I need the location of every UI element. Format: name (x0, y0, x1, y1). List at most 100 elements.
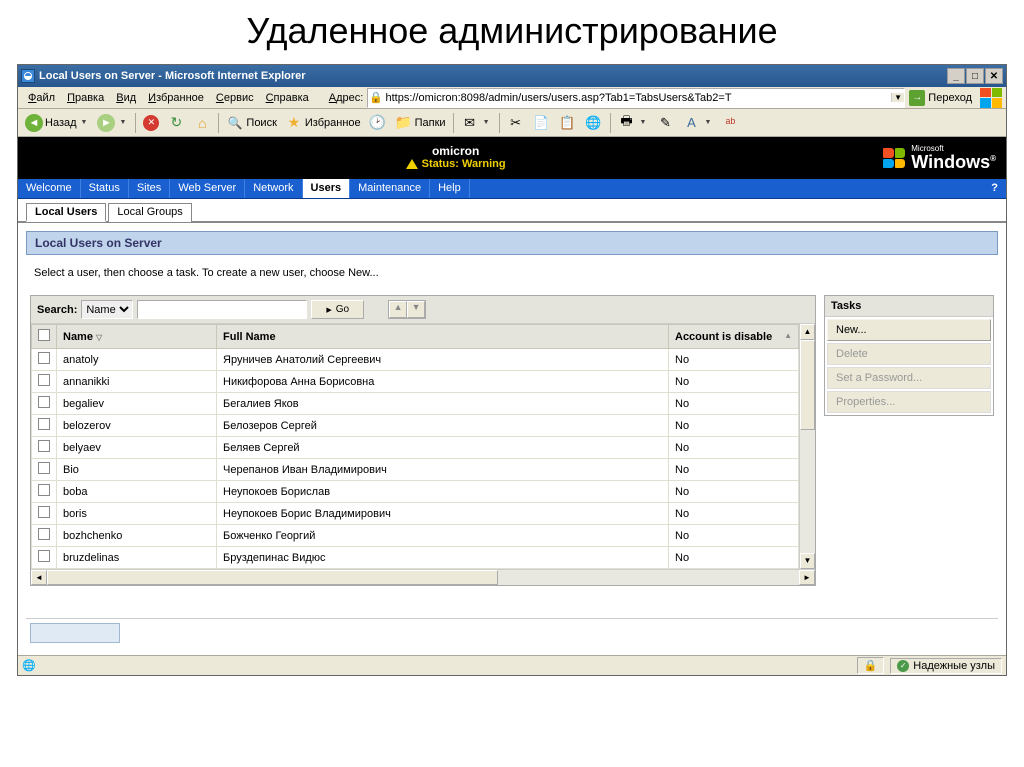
research-button[interactable]: ᵃᵇ (718, 112, 742, 134)
column-disabled[interactable]: Account is disable▲ (669, 325, 799, 349)
tab-welcome[interactable]: Welcome (18, 179, 81, 198)
refresh-button[interactable]: ↻ (164, 112, 188, 134)
scroll-down-button[interactable]: ▼ (800, 553, 815, 569)
menu-favorites[interactable]: Избранное (142, 90, 210, 106)
row-checkbox[interactable] (38, 506, 50, 518)
column-checkbox[interactable] (32, 325, 57, 349)
row-checkbox[interactable] (38, 462, 50, 474)
hscroll-thumb[interactable] (47, 570, 498, 585)
search-input[interactable] (137, 300, 307, 319)
table-row[interactable]: BioЧерепанов Иван ВладимировичNo (32, 459, 799, 481)
row-checkbox[interactable] (38, 352, 50, 364)
tab-status[interactable]: Status (81, 179, 129, 198)
tasks-column: Tasks New...DeleteSet a Password...Prope… (824, 295, 994, 586)
home-button[interactable]: ⌂ (190, 112, 214, 134)
cell-name: Bio (57, 459, 217, 481)
tab-help[interactable]: Help (430, 179, 470, 198)
table-row[interactable]: bozhchenkoБожченко ГеоргийNo (32, 525, 799, 547)
help-icon[interactable]: ? (983, 179, 1006, 198)
search-go-button[interactable]: ▶Go (311, 300, 364, 319)
tab-webserver[interactable]: Web Server (170, 179, 245, 198)
page-up-button[interactable]: ▲ (389, 301, 407, 318)
go-button[interactable]: → Переход (905, 90, 976, 106)
tab-network[interactable]: Network (245, 179, 302, 198)
chevron-down-icon[interactable]: ▼ (702, 119, 713, 126)
stop-button[interactable]: ✕ (140, 113, 162, 133)
address-input[interactable] (383, 92, 891, 104)
table-row[interactable]: belyaevБеляев СергейNo (32, 437, 799, 459)
table-row[interactable]: bobaНеупокоев БориславNo (32, 481, 799, 503)
column-fullname[interactable]: Full Name (217, 325, 669, 349)
tab-sites[interactable]: Sites (129, 179, 170, 198)
minimize-button[interactable]: _ (947, 68, 965, 84)
textsize-icon: A (682, 114, 700, 132)
column-name[interactable]: Name (57, 325, 217, 349)
table-row[interactable]: anatolyЯруничев Анатолий СергеевичNo (32, 349, 799, 371)
table-row[interactable]: borisНеупокоев Борис ВладимировичNo (32, 503, 799, 525)
cell-name: anatoly (57, 349, 217, 371)
close-button[interactable]: ✕ (985, 68, 1003, 84)
chevron-down-icon[interactable]: ▼ (117, 119, 128, 126)
search-field-select[interactable]: Name (81, 300, 133, 319)
folders-label: Папки (415, 117, 446, 129)
forward-button[interactable]: ► ▼ (94, 112, 131, 134)
row-checkbox[interactable] (38, 374, 50, 386)
tab-maintenance[interactable]: Maintenance (350, 179, 430, 198)
tab-users[interactable]: Users (303, 179, 351, 198)
windows-throbber-icon (980, 88, 1002, 108)
paste-button[interactable]: 📋 (556, 112, 580, 134)
vertical-scrollbar[interactable]: ▲ ▼ (799, 324, 815, 569)
select-all-checkbox[interactable] (38, 329, 50, 341)
scroll-right-button[interactable]: ► (799, 570, 815, 585)
scroll-thumb[interactable] (800, 340, 815, 430)
chevron-down-icon[interactable]: ▼ (481, 119, 492, 126)
horizontal-scrollbar[interactable]: ◄ ► (31, 569, 815, 585)
scroll-up-button[interactable]: ▲ (800, 324, 815, 340)
row-checkbox[interactable] (38, 550, 50, 562)
task-item[interactable]: New... (827, 319, 991, 341)
address-dropdown-icon[interactable]: ▼ (891, 93, 904, 102)
address-bar[interactable]: 🔒 ▼ (367, 88, 905, 108)
textsize-button[interactable]: A▼ (679, 112, 716, 134)
table-row[interactable]: belozerovБелозеров СергейNo (32, 415, 799, 437)
table-row[interactable]: bruzdelinasБруздепинас ВидюсNo (32, 547, 799, 569)
menu-view[interactable]: Вид (110, 90, 142, 106)
back-button[interactable]: ◄ Назад ▼ (22, 112, 92, 134)
print-icon: 🖶 (618, 114, 636, 132)
menu-tools[interactable]: Сервис (210, 90, 260, 106)
row-checkbox[interactable] (38, 396, 50, 408)
cell-name: begaliev (57, 393, 217, 415)
edit-button[interactable]: ✎ (653, 112, 677, 134)
copy-button[interactable]: 📄 (530, 112, 554, 134)
subtab-local-users[interactable]: Local Users (26, 203, 106, 222)
cell-disabled: No (669, 503, 799, 525)
chevron-down-icon[interactable]: ▼ (79, 119, 90, 126)
page-down-button[interactable]: ▼ (407, 301, 425, 318)
row-checkbox[interactable] (38, 440, 50, 452)
menu-file[interactable]: Файл (22, 90, 61, 106)
star-icon: ★ (285, 114, 303, 132)
cut-button[interactable]: ✂ (504, 112, 528, 134)
row-checkbox[interactable] (38, 528, 50, 540)
maximize-button[interactable]: □ (966, 68, 984, 84)
menu-help[interactable]: Справка (260, 90, 315, 106)
ie-icon (21, 69, 35, 83)
favorites-button[interactable]: ★Избранное (282, 112, 364, 134)
security-zone[interactable]: ✓ Надежные узлы (890, 658, 1002, 674)
mail-icon: ✉ (461, 114, 479, 132)
folders-button[interactable]: 📁Папки (392, 112, 449, 134)
search-button[interactable]: 🔍Поиск (223, 112, 279, 134)
tasks-header: Tasks (825, 296, 993, 317)
scroll-left-button[interactable]: ◄ (31, 570, 47, 585)
table-row[interactable]: annanikkiНикифорова Анна БорисовнаNo (32, 371, 799, 393)
print-button[interactable]: 🖶▼ (615, 112, 652, 134)
encoding-button[interactable]: 🌐 (582, 112, 606, 134)
history-button[interactable]: 🕑 (366, 112, 390, 134)
table-row[interactable]: begalievБегалиев ЯковNo (32, 393, 799, 415)
row-checkbox[interactable] (38, 418, 50, 430)
chevron-down-icon[interactable]: ▼ (638, 119, 649, 126)
subtab-local-groups[interactable]: Local Groups (108, 203, 191, 222)
row-checkbox[interactable] (38, 484, 50, 496)
menu-edit[interactable]: Правка (61, 90, 110, 106)
mail-button[interactable]: ✉▼ (458, 112, 495, 134)
